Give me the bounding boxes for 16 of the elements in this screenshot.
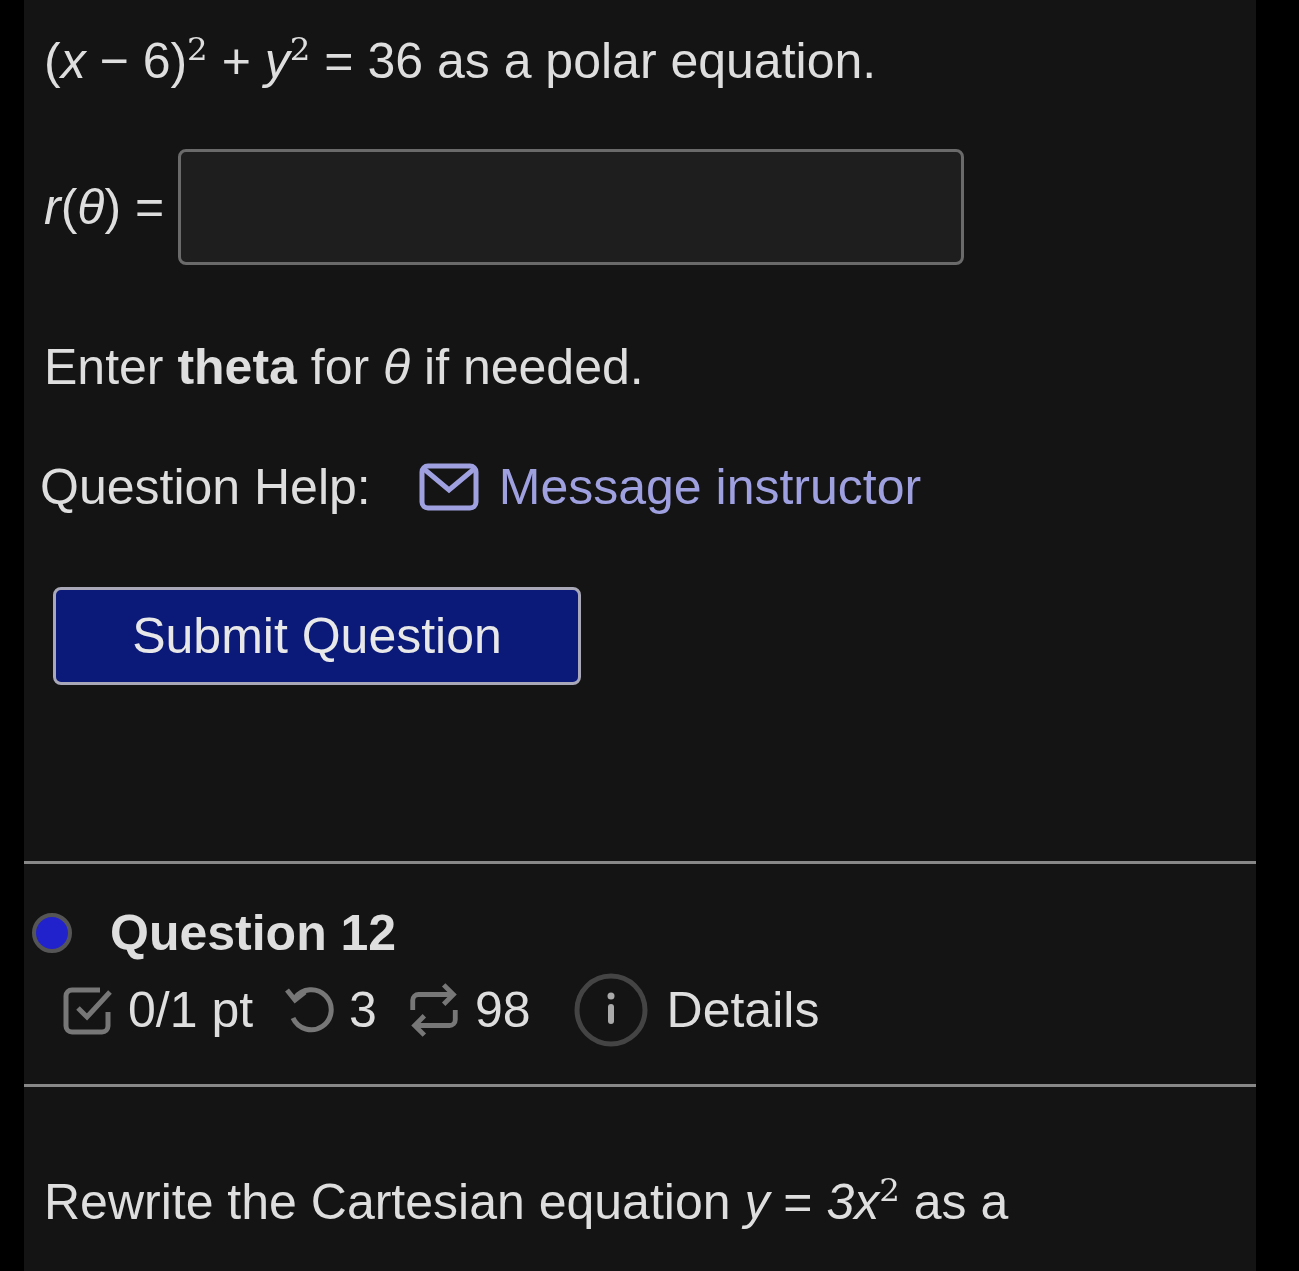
message-instructor-link[interactable]: Message instructor	[498, 457, 922, 516]
question-text: (x − 6)$^{2}$ + y$^{2}$ = 36 as a polar equation.	[44, 29, 878, 91]
question-title: Question 12	[110, 903, 397, 962]
answer-field[interactable]	[178, 148, 965, 265]
info-icon	[572, 971, 649, 1048]
answer-label: r(θ) =	[44, 177, 165, 237]
question-text: Rewrite the Cartesian equation y = 3x$^{2}$ as a	[44, 1170, 1010, 1232]
mail-icon	[418, 462, 479, 511]
retries-count: 3	[349, 980, 377, 1039]
status-dot	[32, 912, 72, 953]
help-label: Question Help:	[40, 457, 371, 517]
hint-text: Enter theta for θ if needed.	[44, 337, 645, 397]
submit-button[interactable]: Submit Question	[53, 586, 581, 685]
score-text: 0/1 pt	[128, 980, 254, 1039]
details-link[interactable]: Details	[666, 980, 820, 1039]
attempts-count: 98	[474, 980, 531, 1039]
